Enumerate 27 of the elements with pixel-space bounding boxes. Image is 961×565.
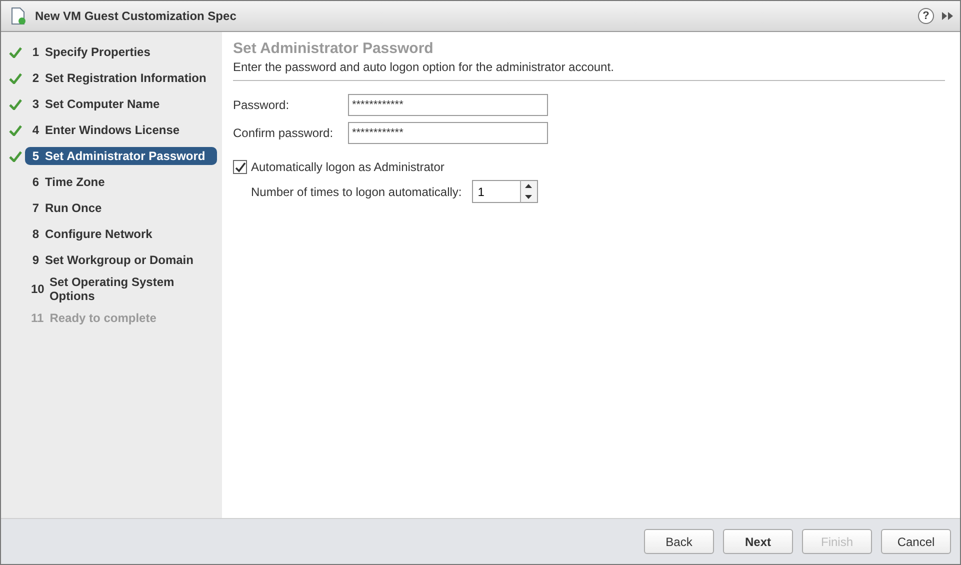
password-field[interactable]: ************ bbox=[348, 94, 548, 116]
field-label: Password: bbox=[233, 98, 290, 112]
wizard-step[interactable]: 9 Set Workgroup or Domain bbox=[25, 251, 217, 269]
wizard-step[interactable]: 1 Specify Properties bbox=[25, 43, 217, 61]
window-title: New VM Guest Customization Spec bbox=[35, 9, 238, 23]
wizard-button[interactable]: Next bbox=[723, 529, 793, 554]
wizard-step[interactable]: 3 Set Computer Name bbox=[25, 95, 217, 113]
expand-icon[interactable] bbox=[942, 11, 954, 21]
document-icon bbox=[9, 7, 27, 25]
help-button[interactable]: ? bbox=[918, 8, 934, 24]
page-title: Set Administrator Password bbox=[233, 40, 434, 57]
wizard-step[interactable]: 7 Run Once bbox=[25, 199, 217, 217]
wizard-step[interactable]: 2 Set Registration Information bbox=[25, 69, 217, 87]
spinner-buttons[interactable] bbox=[520, 180, 538, 203]
wizard-button[interactable]: Back bbox=[644, 529, 714, 554]
field-label: Number of times to logon automatically: bbox=[251, 184, 462, 198]
field-label: Confirm password: bbox=[233, 126, 334, 140]
checkbox[interactable] bbox=[233, 160, 247, 174]
page-description: Enter the password and auto logon option for the administrator account. bbox=[233, 60, 945, 81]
wizard-button[interactable]: Cancel bbox=[881, 529, 951, 554]
wizard-step[interactable]: 8 Configure Network bbox=[25, 225, 217, 243]
number-field[interactable]: 1 bbox=[472, 180, 520, 203]
wizard-step[interactable]: 5 Set Administrator Password bbox=[25, 147, 217, 165]
password-field[interactable]: ************ bbox=[348, 122, 548, 144]
wizard-step[interactable]: 6 Time Zone bbox=[25, 173, 217, 191]
checkbox-label: Automatically logon as Administrator bbox=[251, 160, 444, 174]
wizard-step[interactable]: 4 Enter Windows License bbox=[25, 121, 217, 139]
